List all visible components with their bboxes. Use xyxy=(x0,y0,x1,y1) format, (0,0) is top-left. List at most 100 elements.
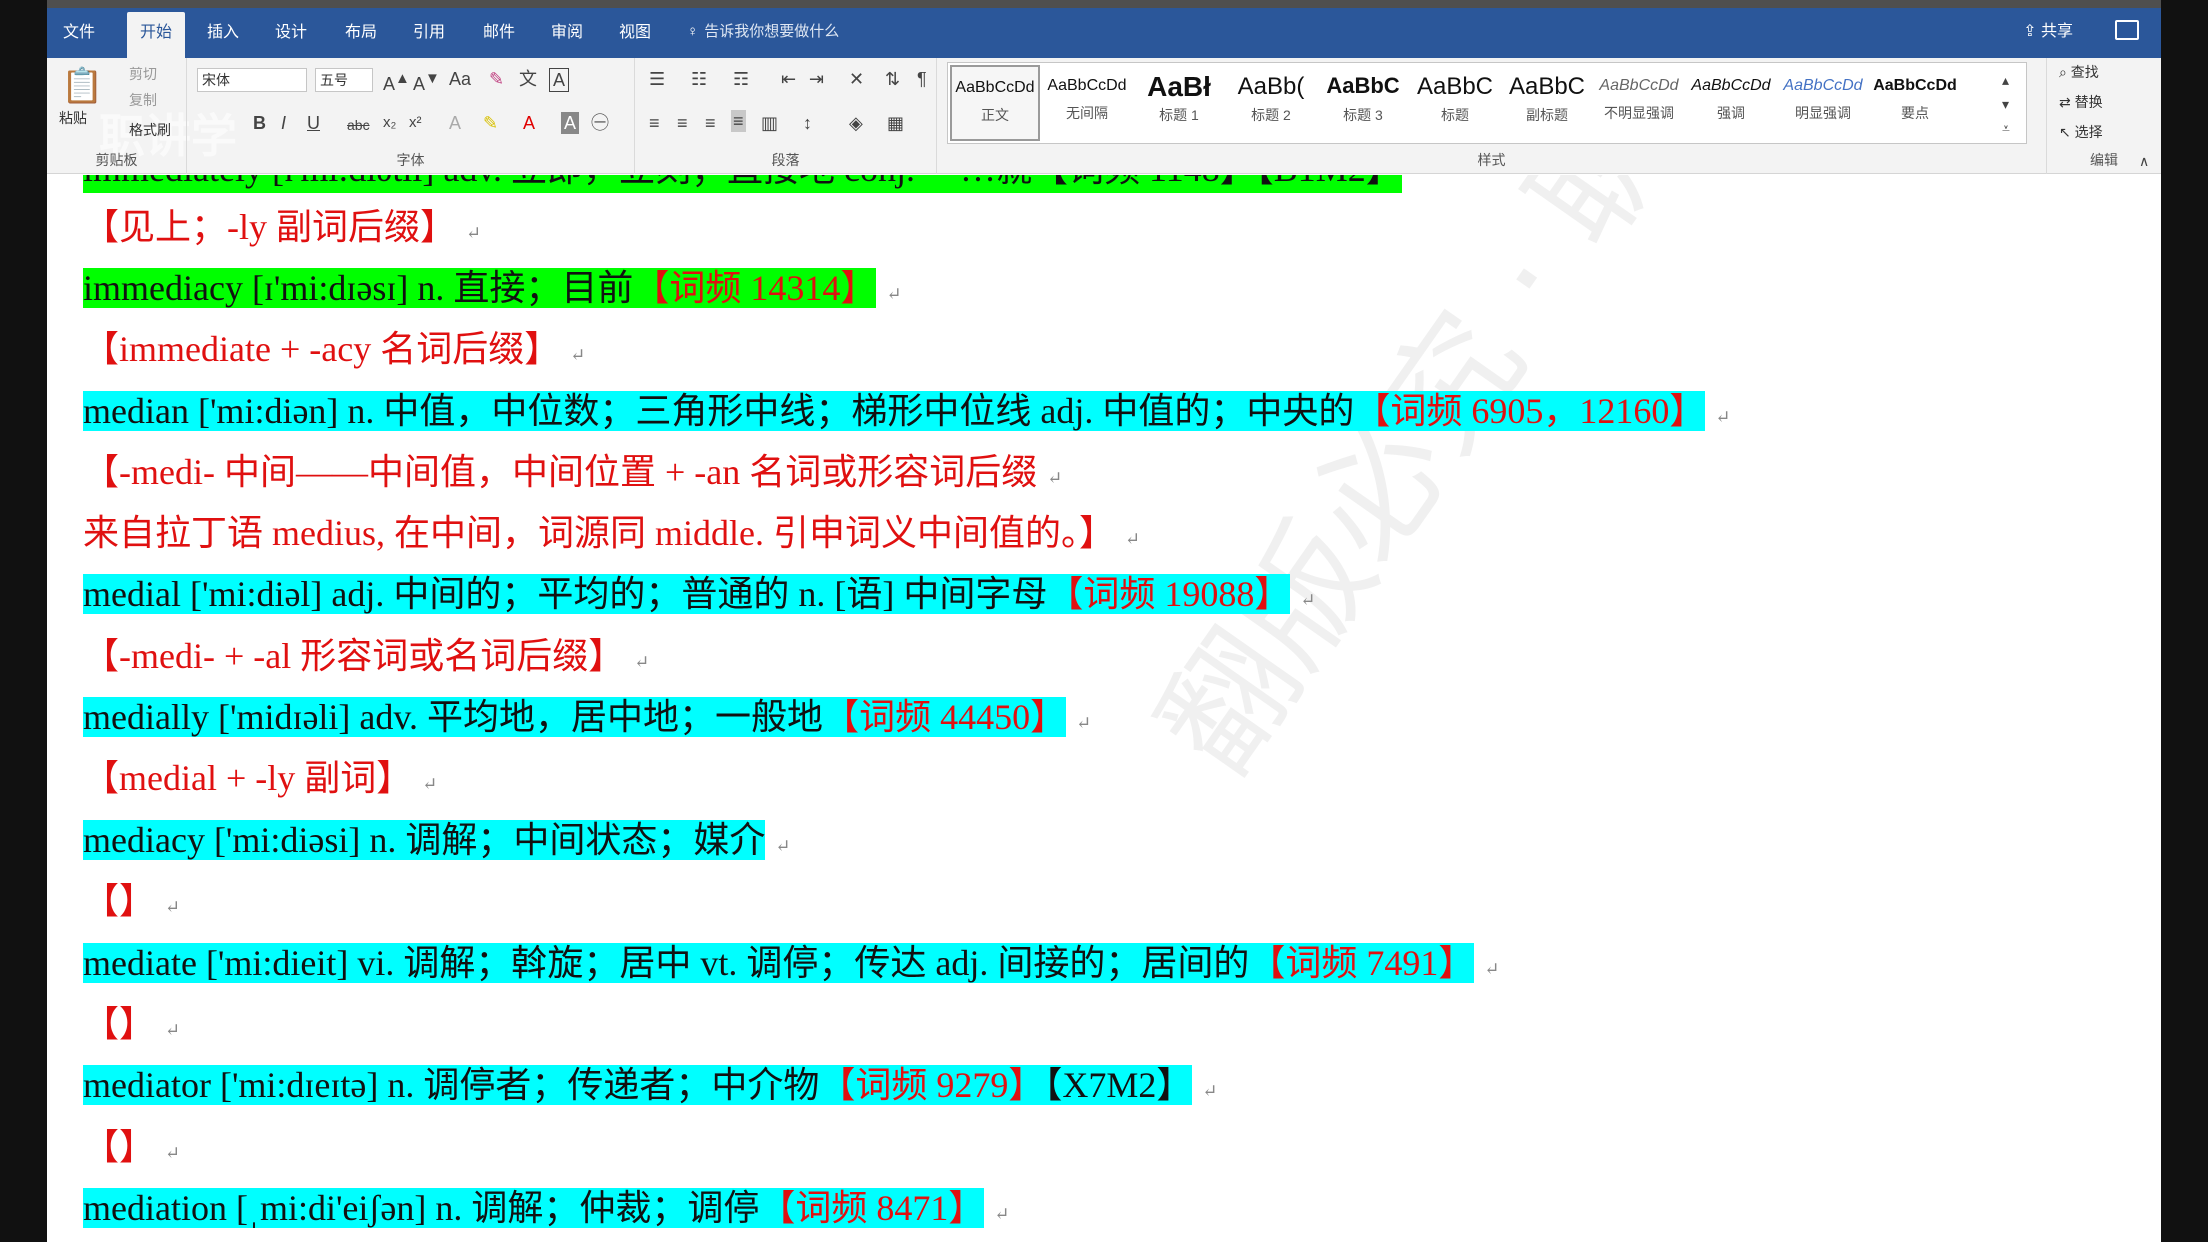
replace-button[interactable]: ⇄ 替换 xyxy=(2059,92,2103,112)
shrink-font-icon[interactable]: A▼ xyxy=(413,68,440,95)
frequency-tag: 【词频 44450】 xyxy=(823,697,1067,737)
decrease-indent-icon[interactable]: ⇤ xyxy=(781,68,796,90)
tab-file[interactable]: 文件 xyxy=(55,12,103,58)
char-shading-icon[interactable]: A xyxy=(561,112,580,134)
text-effects-icon[interactable]: A xyxy=(449,112,461,134)
style-intense-emphasis[interactable]: AaBbCcDd 明显强调 xyxy=(1778,65,1868,141)
style-title[interactable]: AaBbC 标题 xyxy=(1410,65,1500,141)
clipboard-group-label: 剪贴板 xyxy=(95,152,138,168)
paragraph-mark: ↵ xyxy=(165,1143,181,1163)
find-button[interactable]: ⌕ 查找 xyxy=(2059,62,2099,82)
frequency-tag: 【词频 19088】 xyxy=(1047,574,1291,614)
show-marks-icon[interactable]: ¶ xyxy=(917,68,927,90)
font-name-select[interactable]: 宋体 xyxy=(197,68,307,92)
paragraph-mark: ↵ xyxy=(994,1204,1010,1224)
chinese-layout-icon[interactable]: ✕ xyxy=(849,68,864,90)
line-text: 【】 xyxy=(83,1004,156,1044)
paragraph-mark: ↵ xyxy=(886,284,902,304)
line-text: immediacy [ɪ'mi:dɪəsɪ] n. 直接；目前 xyxy=(83,268,634,308)
style-sample: AaBb( xyxy=(1237,73,1305,100)
gallery-scroll-up-icon[interactable]: ▴ xyxy=(2002,69,2009,91)
comment-icon[interactable] xyxy=(2115,20,2139,40)
ribbon-home: 职讲学 📋 粘贴 剪切 复制 格式刷 剪贴板 宋体 五号 A▲ A▼ Aa ✎ … xyxy=(47,58,2161,174)
distribute-icon[interactable]: ▥ xyxy=(761,112,778,134)
share-icon: ⇪ xyxy=(2023,23,2041,40)
gallery-scroll-down-icon[interactable]: ▾ xyxy=(2002,93,2009,115)
tell-me-box[interactable]: ♀ 告诉我你想要做什么 xyxy=(687,12,839,52)
char-border-icon[interactable]: A xyxy=(549,68,570,92)
subscript-icon[interactable]: x₂ xyxy=(383,112,396,134)
tab-home[interactable]: 开始 xyxy=(127,12,185,58)
collapse-ribbon-icon[interactable]: ∧ xyxy=(2139,150,2149,172)
style-sample: AaBbCcDd xyxy=(1783,77,1863,94)
select-button[interactable]: ↖ 选择 xyxy=(2059,122,2103,142)
phonetic-guide-icon[interactable]: 文 xyxy=(519,68,537,90)
line-spacing-icon[interactable]: ↕ xyxy=(803,112,812,134)
doc-line-1: 【见上；-ly 副词后缀】 ↵ xyxy=(83,203,481,251)
grow-font-icon[interactable]: A▲ xyxy=(383,68,410,95)
line-text: 【immediate + -acy 名词后缀】 xyxy=(83,329,561,369)
strikethrough-icon[interactable]: abc xyxy=(347,114,370,136)
align-right-icon[interactable]: ≡ xyxy=(705,112,716,134)
font-color-icon[interactable]: A xyxy=(523,112,535,134)
style-subtle-emphasis[interactable]: AaBbCcDd 不明显强调 xyxy=(1594,65,1684,141)
style-subtitle[interactable]: AaBbC 副标题 xyxy=(1502,65,1592,141)
tab-references[interactable]: 引用 xyxy=(405,12,453,58)
clear-format-icon[interactable]: ✎ xyxy=(489,68,504,90)
style-name: 标题 1 xyxy=(1159,107,1199,123)
paragraph-group-label: 段落 xyxy=(771,152,800,168)
style-emphasis[interactable]: AaBbCcDd 强调 xyxy=(1686,65,1776,141)
change-case-icon[interactable]: Aa xyxy=(449,68,471,90)
numbering-icon[interactable]: ☷ xyxy=(691,68,707,90)
align-center-icon[interactable]: ≡ xyxy=(677,112,688,134)
style-normal[interactable]: AaBbCcDd 正文 xyxy=(950,65,1040,141)
share-button[interactable]: ⇪ 共享 xyxy=(2023,12,2073,52)
tab-review[interactable]: 审阅 xyxy=(543,12,591,58)
tab-view[interactable]: 视图 xyxy=(611,12,659,58)
frequency-tag: 【词频 7491】 xyxy=(1249,943,1475,983)
enclose-char-icon[interactable]: ㊀ xyxy=(591,112,609,134)
tab-insert[interactable]: 插入 xyxy=(199,12,247,58)
italic-icon[interactable]: I xyxy=(281,112,286,134)
tab-design[interactable]: 设计 xyxy=(267,12,315,58)
style-no-spacing[interactable]: AaBbCcDd 无间隔 xyxy=(1042,65,1132,141)
font-size-select[interactable]: 五号 xyxy=(315,68,373,92)
frequency-tag: 【词频 6905，12160】 xyxy=(1354,391,1706,431)
borders-icon[interactable]: ▦ xyxy=(887,112,904,134)
paste-button[interactable]: 粘贴 xyxy=(59,108,87,128)
right-black-border xyxy=(2161,0,2208,1242)
frequency-tag: 【词频 8471】 xyxy=(759,1188,985,1228)
line-text: median ['mi:diən] n. 中值，中位数；三角形中线；梯形中位线 … xyxy=(83,391,1355,431)
doc-line-4: median ['mi:diən] n. 中值，中位数；三角形中线；梯形中位线 … xyxy=(83,387,1731,435)
find-label: 查找 xyxy=(2070,64,2099,80)
bullets-icon[interactable]: ☰ xyxy=(649,68,665,90)
document-page[interactable]: 翻版必究 · 职讲学 笔记 immediately [ɪ'mi:diətli] … xyxy=(47,175,2161,1242)
doc-line-16: 【】 ↵ xyxy=(83,1123,180,1171)
underline-icon[interactable]: U xyxy=(307,112,320,134)
bold-icon[interactable]: B xyxy=(253,112,266,134)
sort-icon[interactable]: ⇅ xyxy=(885,68,900,90)
share-label: 共享 xyxy=(2040,23,2073,40)
shading-icon[interactable]: ◈ xyxy=(849,112,863,134)
increase-indent-icon[interactable]: ⇥ xyxy=(809,68,824,90)
justify-icon[interactable]: ≡ xyxy=(731,110,746,132)
replace-label: 替换 xyxy=(2074,94,2103,110)
align-left-icon[interactable]: ≡ xyxy=(649,112,660,134)
copy-button[interactable]: 复制 xyxy=(129,90,157,110)
doc-line-3: 【immediate + -acy 名词后缀】 ↵ xyxy=(83,325,585,373)
replace-icon: ⇄ xyxy=(2059,94,2075,110)
cut-button[interactable]: 剪切 xyxy=(129,64,157,84)
line-text: 【medial + -ly 副词】 xyxy=(83,758,413,798)
multilevel-list-icon[interactable]: ☶ xyxy=(733,68,749,90)
paste-icon[interactable]: 📋 xyxy=(61,66,103,106)
tab-layout[interactable]: 布局 xyxy=(337,12,385,58)
style-heading-3[interactable]: AaBbC 标题 3 xyxy=(1318,65,1408,141)
highlight-color-icon[interactable]: ✎ xyxy=(483,112,498,134)
style-strong[interactable]: AaBbCcDd 要点 xyxy=(1870,65,1960,141)
style-heading-1[interactable]: AaBł 标题 1 xyxy=(1134,65,1224,141)
superscript-icon[interactable]: x² xyxy=(409,112,422,134)
format-painter-button[interactable]: 格式刷 xyxy=(129,120,171,140)
tab-mailings[interactable]: 邮件 xyxy=(475,12,523,58)
gallery-more-icon[interactable]: ⩡ xyxy=(2002,117,2010,139)
style-heading-2[interactable]: AaBb(标题 2 xyxy=(1226,65,1316,141)
